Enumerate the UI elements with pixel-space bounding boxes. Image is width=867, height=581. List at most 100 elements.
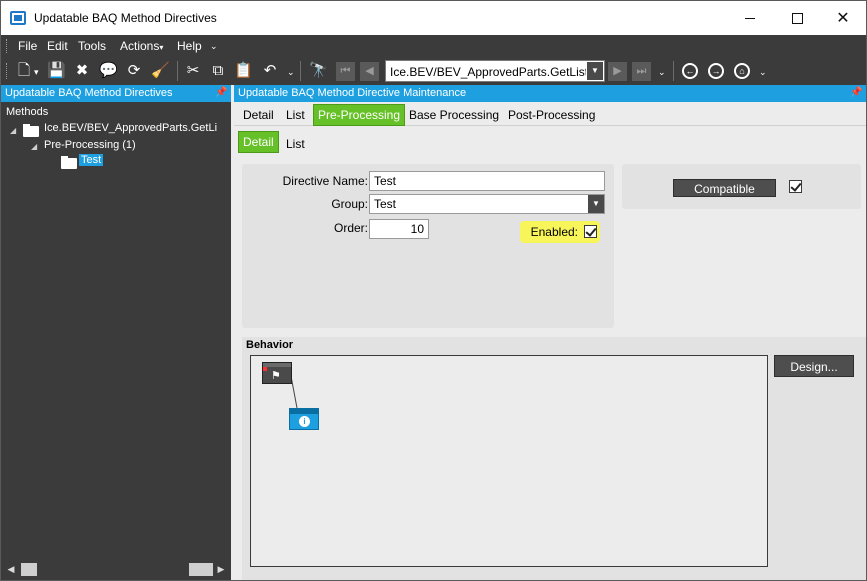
order-label: Order: bbox=[333, 221, 368, 235]
paste-icon[interactable]: 📋 bbox=[234, 62, 253, 80]
pin-icon[interactable]: 📌 bbox=[215, 87, 227, 99]
design-button[interactable]: Design... bbox=[774, 355, 854, 377]
pin-icon[interactable]: 📌 bbox=[850, 87, 862, 99]
scrollbar-thumb[interactable] bbox=[189, 563, 213, 576]
toolbar-separator bbox=[300, 61, 301, 81]
main-panel-title: Updatable BAQ Method Directive Maintenan… bbox=[238, 87, 467, 99]
tree-root[interactable]: Methods bbox=[6, 106, 48, 118]
expand-arrow-icon[interactable]: ◢ bbox=[31, 142, 37, 151]
new-icon[interactable]: 🗋 bbox=[15, 62, 33, 80]
method-combo[interactable]: Ice.BEV/BEV_ApprovedParts.GetList ▼ bbox=[385, 60, 605, 82]
chevron-down-icon[interactable]: ▼ bbox=[587, 62, 603, 80]
menu-actions[interactable]: Actions▾ bbox=[120, 39, 163, 53]
scroll-left-icon[interactable]: ◀ bbox=[3, 561, 19, 578]
first-record-button[interactable]: ⏮ bbox=[336, 62, 355, 81]
subtab-detail[interactable]: Detail bbox=[238, 131, 279, 153]
left-panel: Updatable BAQ Method Directives 📌 Method… bbox=[1, 85, 231, 580]
toolbar-grip bbox=[6, 63, 9, 79]
tree-item-method[interactable]: Ice.BEV/BEV_ApprovedParts.GetLi bbox=[44, 122, 217, 134]
compatible-button[interactable]: Compatible bbox=[673, 179, 776, 197]
nav-dropdown-icon[interactable]: ⌄ bbox=[658, 67, 666, 78]
undo-dropdown-icon[interactable]: ⌄ bbox=[287, 67, 295, 78]
group-select-value: Test bbox=[374, 197, 397, 211]
main-panel-header: Updatable BAQ Method Directive Maintenan… bbox=[234, 85, 866, 102]
next-icon: ▶ bbox=[613, 65, 622, 77]
enabled-label: Enabled: bbox=[530, 225, 578, 239]
tree-item-pre-processing[interactable]: Pre-Processing (1) bbox=[44, 139, 136, 151]
menu-grip bbox=[6, 39, 9, 53]
save-icon[interactable]: 💾 bbox=[47, 62, 66, 80]
horizontal-scrollbar[interactable]: ◀ ▶ bbox=[3, 561, 229, 578]
title-bar: Updatable BAQ Method Directives ✕ bbox=[1, 1, 866, 35]
flag-icon: ⚑ bbox=[271, 370, 281, 382]
main-tabs: Detail List Pre-Processing Base Processi… bbox=[234, 102, 866, 126]
workflow-canvas[interactable]: ⚑ i bbox=[250, 355, 768, 567]
toolbar-overflow-icon[interactable]: ⌄ bbox=[759, 67, 767, 78]
menu-overflow-icon[interactable]: ⌄ bbox=[210, 41, 218, 52]
menu-tools[interactable]: Tools bbox=[78, 39, 106, 53]
chevron-down-icon[interactable]: ▼ bbox=[588, 195, 604, 213]
cut-icon[interactable]: ✂ bbox=[184, 62, 202, 80]
menu-help[interactable]: Help bbox=[177, 39, 202, 53]
clear-icon[interactable]: 🧹 bbox=[151, 62, 170, 80]
enabled-checkbox[interactable] bbox=[584, 225, 597, 238]
start-node-marker bbox=[263, 367, 267, 371]
group-select[interactable]: Test ▼ bbox=[369, 194, 605, 214]
toolbar-separator bbox=[673, 61, 674, 81]
directive-detail-panel: Directive Name: Test Group: Test ▼ Order… bbox=[242, 164, 614, 328]
app-window: Updatable BAQ Method Directives ✕ File E… bbox=[0, 0, 867, 581]
tab-base-processing[interactable]: Base Processing bbox=[409, 108, 499, 122]
tree-item-directive[interactable]: Test bbox=[79, 154, 104, 166]
search-icon[interactable]: 🔭 bbox=[309, 62, 328, 80]
chevron-down-icon: ▾ bbox=[159, 43, 164, 52]
copy-icon[interactable]: ⧉ bbox=[209, 62, 227, 80]
app-icon bbox=[10, 11, 26, 25]
tab-pre-processing[interactable]: Pre-Processing bbox=[313, 104, 406, 126]
method-combo-value: Ice.BEV/BEV_ApprovedParts.GetList bbox=[390, 65, 586, 79]
compatible-checkbox[interactable] bbox=[789, 180, 802, 193]
order-input[interactable]: 10 bbox=[369, 219, 429, 239]
main-panel: Updatable BAQ Method Directive Maintenan… bbox=[234, 85, 866, 580]
close-button[interactable]: ✕ bbox=[820, 1, 866, 35]
expand-arrow-icon[interactable]: ◢ bbox=[10, 126, 16, 135]
behavior-panel: Behavior ⚑ i Design... bbox=[242, 337, 866, 580]
compatible-panel: Compatible bbox=[622, 164, 861, 209]
new-dropdown-icon[interactable]: ▾ bbox=[34, 67, 39, 78]
sub-tabs: Detail List bbox=[234, 130, 866, 154]
maximize-button[interactable] bbox=[774, 1, 820, 35]
comment-icon[interactable]: 💬 bbox=[99, 62, 118, 80]
forward-icon[interactable]: → bbox=[708, 63, 724, 79]
previous-record-button[interactable]: ◀ bbox=[360, 62, 379, 81]
tab-list[interactable]: List bbox=[286, 108, 305, 122]
delete-icon[interactable]: ✖ bbox=[73, 62, 91, 80]
toolbar-separator bbox=[177, 61, 178, 81]
left-panel-title: Updatable BAQ Method Directives bbox=[5, 87, 173, 99]
workflow-message-node[interactable]: i bbox=[289, 408, 319, 430]
scroll-right-icon[interactable]: ▶ bbox=[213, 561, 229, 578]
folder-icon bbox=[23, 124, 39, 137]
group-label: Group: bbox=[331, 197, 368, 211]
refresh-icon[interactable]: ⟳ bbox=[125, 62, 143, 80]
tab-post-processing[interactable]: Post-Processing bbox=[508, 108, 595, 122]
start-node-header bbox=[263, 363, 291, 367]
menu-file[interactable]: File bbox=[18, 39, 37, 53]
home-icon[interactable]: ⌂ bbox=[734, 63, 750, 79]
last-record-button[interactable]: ⏭ bbox=[632, 62, 651, 81]
directive-name-input[interactable]: Test bbox=[369, 171, 605, 191]
first-icon: ⏮ bbox=[340, 65, 351, 77]
tab-detail[interactable]: Detail bbox=[243, 108, 274, 122]
message-node-header bbox=[290, 409, 318, 414]
menu-actions-label: Actions bbox=[120, 39, 160, 53]
back-icon[interactable]: ← bbox=[682, 63, 698, 79]
folder-icon bbox=[61, 156, 77, 169]
next-record-button[interactable]: ▶ bbox=[608, 62, 627, 81]
workflow-start-node[interactable]: ⚑ bbox=[262, 362, 292, 384]
menu-edit[interactable]: Edit bbox=[47, 39, 68, 53]
previous-icon: ◀ bbox=[365, 65, 374, 77]
subtab-list[interactable]: List bbox=[286, 137, 305, 151]
minimize-button[interactable] bbox=[727, 1, 773, 35]
undo-icon[interactable]: ↶ bbox=[261, 62, 279, 80]
last-icon: ⏭ bbox=[636, 65, 647, 77]
scrollbar-thumb[interactable] bbox=[21, 563, 37, 576]
window-title: Updatable BAQ Method Directives bbox=[34, 11, 217, 25]
